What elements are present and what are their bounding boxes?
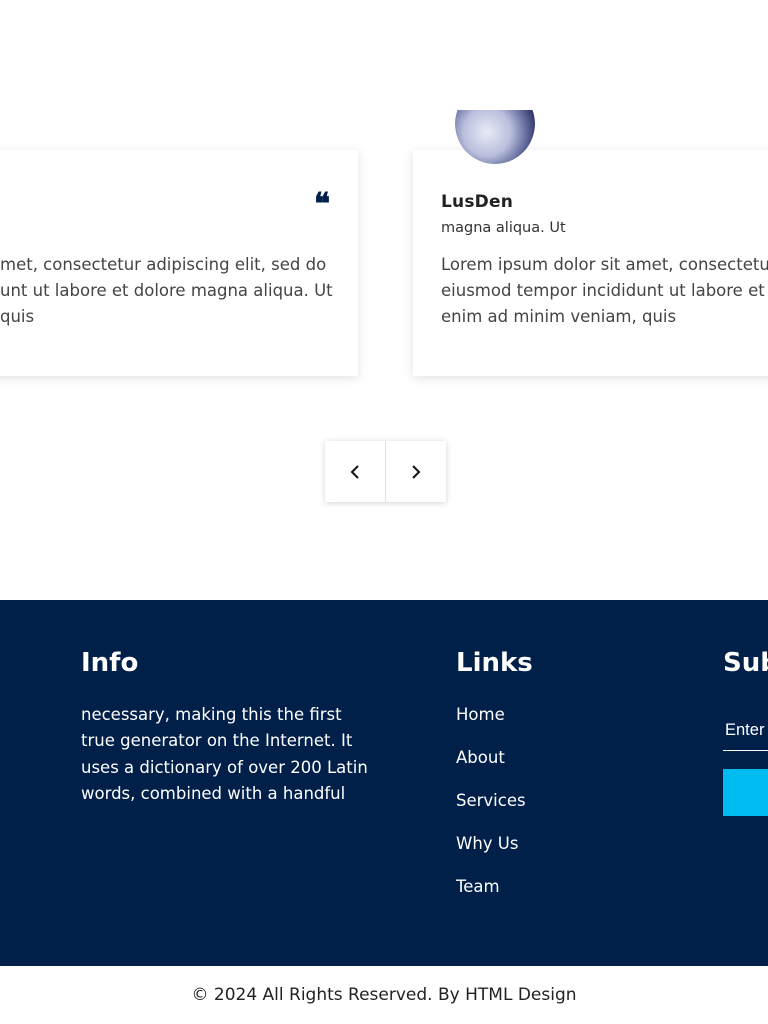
chevron-left-icon xyxy=(350,464,359,479)
testimonial-text-line: Lorem ipsum dolor sit amet, consectetur xyxy=(441,255,768,274)
info-text-line: uses a dictionary of over 200 Latin xyxy=(81,757,368,777)
links-heading: Links xyxy=(456,648,533,678)
testimonial-card: ❝ met, consectetur adipiscing elit, sed … xyxy=(0,150,358,376)
testimonial-text-line: eiusmod tempor incididunt ut labore et d xyxy=(441,281,768,300)
testimonial-text-line: met, consectetur adipiscing elit, sed do xyxy=(0,255,327,274)
footer-link-item: About xyxy=(456,744,526,787)
testimonial-text: Lorem ipsum dolor sit amet, consectetur … xyxy=(441,252,768,330)
footer-link-item: Why Us xyxy=(456,830,526,873)
page: ❝ met, consectetur adipiscing elit, sed … xyxy=(0,0,768,1024)
chevron-right-icon xyxy=(412,464,421,479)
testimonials-section: ❝ met, consectetur adipiscing elit, sed … xyxy=(0,0,768,600)
info-heading: Info xyxy=(81,648,139,678)
footer-link-team[interactable]: Team xyxy=(456,877,500,896)
subscribe-email-input[interactable] xyxy=(723,710,768,751)
carousel-prev-button[interactable] xyxy=(325,441,385,502)
footer-link-item: Home xyxy=(456,701,526,744)
footer-link-item: Services xyxy=(456,787,526,830)
testimonial-text-line: enim ad minim veniam, quis xyxy=(441,307,677,326)
footer-link-about[interactable]: About xyxy=(456,748,505,767)
client-name: LusDen xyxy=(441,192,513,212)
subscribe-heading: Sub xyxy=(723,648,768,678)
info-text-line: words, combined with a handful xyxy=(81,783,346,803)
testimonial-text-block: met, consectetur adipiscing elit, sed do… xyxy=(0,252,400,330)
info-text-line: true generator on the Internet. It xyxy=(81,731,353,751)
footer-links: Home About Services Why Us Team xyxy=(456,701,526,916)
footer-link-services[interactable]: Services xyxy=(456,791,526,810)
footer-link-home[interactable]: Home xyxy=(456,705,505,724)
info-text-line: necessary, making this the first xyxy=(81,705,342,724)
testimonial-text-line: quis xyxy=(0,307,35,326)
testimonial-text: met, consectetur adipiscing elit, sed do… xyxy=(0,252,400,330)
client-subtitle: magna aliqua. Ut xyxy=(441,220,566,236)
footer: Info necessary, making this the first tr… xyxy=(0,600,768,966)
testimonial-card: LusDen magna aliqua. Ut Lorem ipsum dolo… xyxy=(413,150,768,376)
info-text: necessary, making this the first true ge… xyxy=(81,702,381,807)
carousel-next-button[interactable] xyxy=(385,441,446,502)
testimonial-text-line: unt ut labore et dolore magna aliqua. Ut xyxy=(0,281,333,300)
footer-link-item: Team xyxy=(456,873,526,916)
quote-icon: ❝ xyxy=(314,187,331,222)
carousel-controls xyxy=(325,441,446,502)
subscribe-button[interactable] xyxy=(723,769,768,816)
footer-link-why-us[interactable]: Why Us xyxy=(456,834,518,853)
copyright-text: © 2024 All Rights Reserved. By HTML Desi… xyxy=(0,966,768,1024)
